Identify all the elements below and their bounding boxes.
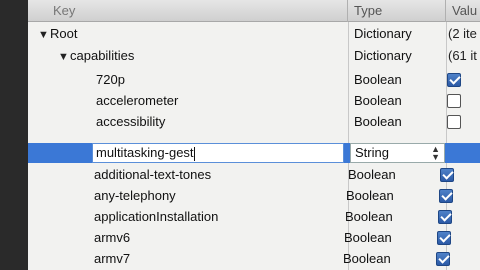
- row-value: (2 ite: [448, 26, 477, 41]
- row-value: (61 it: [448, 48, 477, 63]
- header-key[interactable]: Key: [28, 0, 348, 22]
- table-row[interactable]: armv6 Boolean: [28, 228, 480, 248]
- table-row[interactable]: applicationInstallation Boolean: [28, 207, 480, 227]
- value-checkbox[interactable]: [436, 252, 450, 266]
- row-key: armv7: [94, 251, 131, 266]
- row-type[interactable]: Boolean: [354, 70, 402, 90]
- table-row-selected[interactable]: multitasking-gest String ▲ ▼: [28, 143, 480, 163]
- row-type[interactable]: Boolean: [343, 249, 391, 269]
- value-checkbox[interactable]: [447, 115, 461, 129]
- row-key: additional-text-tones: [94, 167, 212, 182]
- table-row[interactable]: any-telephony Boolean: [28, 186, 480, 206]
- row-key: any-telephony: [94, 188, 176, 203]
- row-key: armv6: [94, 230, 131, 245]
- value-checkbox[interactable]: [447, 94, 461, 108]
- value-checkbox[interactable]: [438, 210, 452, 224]
- table-row[interactable]: 720p Boolean: [28, 70, 480, 90]
- disclosure-triangle-icon[interactable]: ▼: [38, 25, 50, 45]
- table-row[interactable]: accelerometer Boolean: [28, 91, 480, 111]
- type-popup-button[interactable]: String ▲ ▼: [350, 143, 445, 163]
- row-key: ▼Root: [38, 24, 77, 44]
- table-row[interactable]: ▼Root Dictionary (2 ite: [28, 24, 480, 44]
- row-type[interactable]: Boolean: [345, 207, 393, 227]
- row-type[interactable]: Boolean: [354, 112, 402, 132]
- table-row[interactable]: ▼capabilities Dictionary (61 it: [28, 46, 480, 66]
- row-type[interactable]: Boolean: [346, 186, 394, 206]
- popup-arrows-icon: ▲ ▼: [431, 144, 440, 162]
- row-type[interactable]: Boolean: [354, 91, 402, 111]
- row-type[interactable]: Boolean: [348, 165, 396, 185]
- header-type[interactable]: Type: [348, 0, 446, 22]
- row-key: ▼capabilities: [58, 46, 134, 66]
- column-header: Key Type Valu: [28, 0, 480, 22]
- value-checkbox[interactable]: [439, 189, 453, 203]
- header-value[interactable]: Valu: [446, 0, 480, 22]
- row-type[interactable]: Dictionary: [354, 24, 412, 44]
- table-row[interactable]: accessibility Boolean: [28, 112, 480, 132]
- plist-editor: Key Type Valu ▼Root Dictionary (2 ite ▼c…: [28, 0, 480, 270]
- disclosure-triangle-icon[interactable]: ▼: [58, 47, 70, 67]
- row-key: 720p: [96, 72, 125, 87]
- row-type[interactable]: Boolean: [344, 228, 392, 248]
- key-edit-field[interactable]: multitasking-gest: [92, 143, 344, 163]
- row-key: applicationInstallation: [94, 209, 219, 224]
- value-checkbox[interactable]: [437, 231, 451, 245]
- value-checkbox[interactable]: [447, 73, 461, 87]
- row-key: accessibility: [96, 114, 166, 129]
- table-row[interactable]: additional-text-tones Boolean: [28, 165, 480, 185]
- value-checkbox[interactable]: [440, 168, 454, 182]
- row-type[interactable]: Dictionary: [354, 46, 412, 66]
- text-caret: [193, 146, 195, 161]
- row-key: accelerometer: [96, 93, 179, 108]
- table-row[interactable]: armv7 Boolean: [28, 249, 480, 269]
